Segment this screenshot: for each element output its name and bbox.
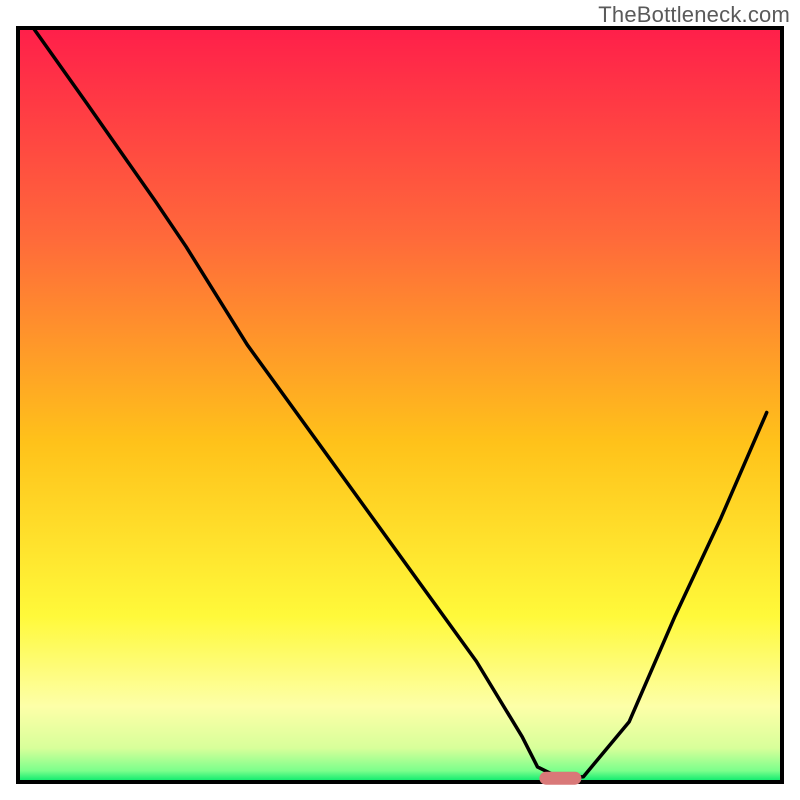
chart-background-gradient bbox=[18, 28, 782, 782]
watermark-text: TheBottleneck.com bbox=[598, 2, 790, 28]
chart-frame: TheBottleneck.com bbox=[0, 0, 800, 800]
optimal-marker bbox=[539, 772, 581, 785]
chart-svg bbox=[0, 0, 800, 800]
